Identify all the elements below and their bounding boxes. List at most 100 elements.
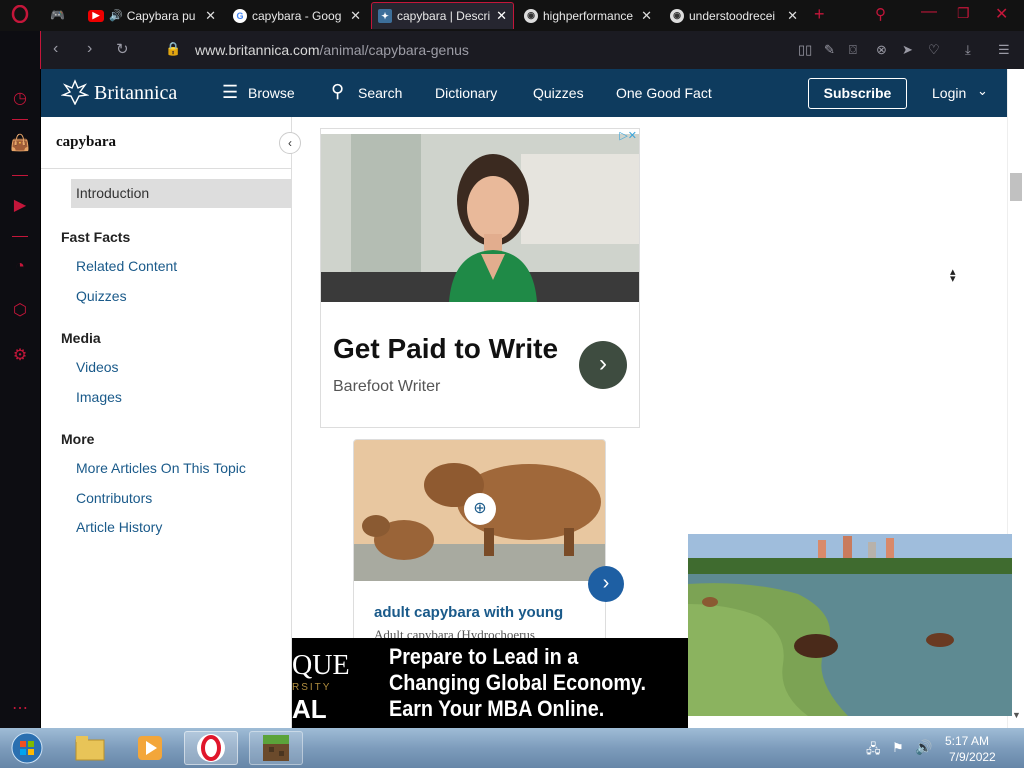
more-options-icon[interactable]: ⋯: [10, 699, 30, 719]
minecraft-icon[interactable]: [249, 731, 303, 765]
tab-bar: 🎮 ▶ 🔊 Capybara pu ✕ G capybara - Goog ✕ …: [0, 0, 1024, 31]
send-icon[interactable]: ➤: [902, 42, 913, 58]
url-path: /animal/capybara-genus: [319, 42, 469, 58]
close-icon[interactable]: ✕: [205, 8, 216, 24]
floating-video-player[interactable]: [688, 534, 1012, 716]
banner-logo-subtitle: RSITY: [292, 682, 332, 693]
shopping-bag-icon[interactable]: 👜: [10, 134, 30, 154]
subscribe-button[interactable]: Subscribe: [808, 78, 907, 109]
search-icon[interactable]: ⚲: [331, 81, 344, 102]
scrollbar-thumb[interactable]: [1010, 173, 1022, 201]
download-icon[interactable]: ⤓: [965, 42, 971, 58]
action-center-icon[interactable]: ⚑: [892, 740, 904, 756]
nav-dictionary[interactable]: Dictionary: [435, 85, 497, 101]
new-tab-icon[interactable]: +: [814, 4, 825, 25]
nav-one-good-fact[interactable]: One Good Fact: [616, 85, 712, 101]
nav-search[interactable]: Search: [358, 85, 402, 101]
ad-arrow-button[interactable]: ›: [579, 341, 627, 389]
advertisement[interactable]: ▷✕ Get Paid to Write Barefoot Writer ›: [320, 128, 640, 428]
tab-capybara-youtube[interactable]: ▶ 🔊 Capybara pu ✕: [82, 2, 222, 29]
nav-browse[interactable]: Browse: [248, 85, 295, 101]
easy-setup-icon[interactable]: ☰: [998, 42, 1010, 58]
sidebar-divider: [12, 236, 28, 237]
tab-capybara-britannica[interactable]: ✦ capybara | Descri ✕: [371, 2, 514, 29]
network-icon[interactable]: 🖧: [866, 740, 881, 762]
chevron-down-icon[interactable]: ⌄: [977, 83, 988, 99]
tab-label: capybara | Descri: [397, 9, 491, 23]
search-tabs-icon[interactable]: ⚲: [875, 5, 886, 23]
toc-contributors[interactable]: Contributors: [76, 490, 152, 506]
file-explorer-icon[interactable]: [65, 731, 115, 765]
game-controller-icon[interactable]: 🎮: [50, 8, 65, 22]
reader-mode-icon[interactable]: ▯▯: [798, 42, 812, 58]
camera-icon[interactable]: ⌼: [849, 42, 857, 58]
clock-date[interactable]: 7/9/2022: [949, 750, 996, 764]
toc-article-history[interactable]: Article History: [76, 519, 162, 535]
reload-icon[interactable]: ↻: [116, 40, 129, 58]
opera-sidebar: ◷ 👜 ▶ ◔ ⬡ ⚙ ⋯: [0, 31, 40, 728]
hamburger-icon[interactable]: ☰: [222, 82, 238, 103]
banner-logo: QUE: [292, 650, 350, 681]
nav-quizzes[interactable]: Quizzes: [533, 85, 584, 101]
url-host: www.britannica.com: [195, 42, 320, 58]
toc-images[interactable]: Images: [76, 389, 122, 405]
resize-handle-icon[interactable]: ▴ ▾: [950, 267, 956, 285]
edit-icon[interactable]: ✎: [824, 42, 835, 58]
toc-title: capybara: [56, 134, 116, 150]
toc-related-content[interactable]: Related Content: [76, 258, 177, 274]
close-icon[interactable]: ✕: [496, 8, 507, 24]
scroll-down-icon[interactable]: ▼: [1012, 710, 1021, 720]
toc-videos[interactable]: Videos: [76, 359, 119, 375]
heart-icon[interactable]: ♡: [928, 42, 940, 58]
restore-icon[interactable]: ❐: [957, 5, 970, 22]
youtube-icon: ▶: [88, 9, 104, 22]
toc-media[interactable]: Media: [61, 330, 101, 346]
tab-label: understoodrecei: [689, 8, 776, 23]
toc-collapse-button[interactable]: ‹: [279, 132, 301, 154]
globe-icon: ◉: [524, 8, 538, 23]
toc-more[interactable]: More: [61, 431, 94, 447]
adblock-icon[interactable]: ⊗: [876, 42, 887, 58]
back-icon[interactable]: ‹: [53, 40, 58, 58]
forward-icon[interactable]: ›: [87, 40, 92, 58]
close-icon[interactable]: ✕: [787, 8, 798, 24]
minimize-icon[interactable]: —: [921, 3, 937, 21]
windows-start-button[interactable]: [2, 731, 52, 765]
table-of-contents: capybara Introduction Fast Facts Related…: [41, 117, 292, 728]
toc-fast-facts[interactable]: Fast Facts: [61, 229, 130, 245]
close-window-icon[interactable]: ✕: [995, 4, 1008, 24]
toc-quizzes[interactable]: Quizzes: [76, 288, 127, 304]
adchoices-icon[interactable]: ▷✕: [619, 129, 637, 142]
extensions-cube-icon[interactable]: ⬡: [10, 301, 30, 321]
speaker-icon[interactable]: 🔊: [109, 9, 123, 22]
zoom-icon[interactable]: ⊕: [464, 493, 496, 525]
clock-time[interactable]: 5:17 AM: [945, 734, 989, 748]
player-icon[interactable]: ▶: [10, 196, 30, 216]
toc-more-articles[interactable]: More Articles On This Topic: [76, 460, 246, 476]
toc-introduction[interactable]: Introduction: [71, 179, 291, 208]
image-caption-title[interactable]: adult capybara with young: [374, 604, 563, 621]
speed-dial-icon[interactable]: ◷: [10, 89, 30, 109]
settings-gear-icon[interactable]: ⚙: [10, 346, 30, 366]
image-card[interactable]: ⊕ adult capybara with young Adult capyba…: [353, 439, 606, 649]
tab-understoodreceive[interactable]: ◉ understoodrecei ✕: [664, 2, 804, 29]
tab-highperformance[interactable]: ◉ highperformance ✕: [518, 2, 658, 29]
britannica-logo[interactable]: Britannica: [94, 82, 177, 105]
url-field[interactable]: www.britannica.com/animal/capybara-genus: [195, 42, 469, 58]
britannica-icon: ✦: [378, 9, 392, 23]
site-header: Britannica ☰ Browse ⚲ Search Dictionary …: [41, 69, 1007, 117]
volume-icon[interactable]: 🔊: [915, 739, 932, 756]
tab-capybara-google[interactable]: G capybara - Goog ✕: [227, 2, 367, 29]
history-icon[interactable]: ◔: [10, 257, 30, 277]
mba-banner-ad[interactable]: QUE RSITY AL Prepare to Lead in a Changi…: [292, 638, 688, 728]
britannica-thistle-icon[interactable]: [60, 79, 90, 110]
close-icon[interactable]: ✕: [641, 8, 652, 24]
next-image-button[interactable]: ›: [588, 566, 624, 602]
windows-taskbar: 🖧 ⚑ 🔊 5:17 AM 7/9/2022: [0, 728, 1024, 768]
sidebar-divider: [12, 175, 28, 176]
opera-logo-icon[interactable]: [10, 4, 30, 25]
opera-taskbar-icon[interactable]: [184, 731, 238, 765]
login-button[interactable]: Login: [932, 85, 966, 101]
media-player-icon[interactable]: [125, 731, 175, 765]
close-icon[interactable]: ✕: [350, 8, 361, 24]
